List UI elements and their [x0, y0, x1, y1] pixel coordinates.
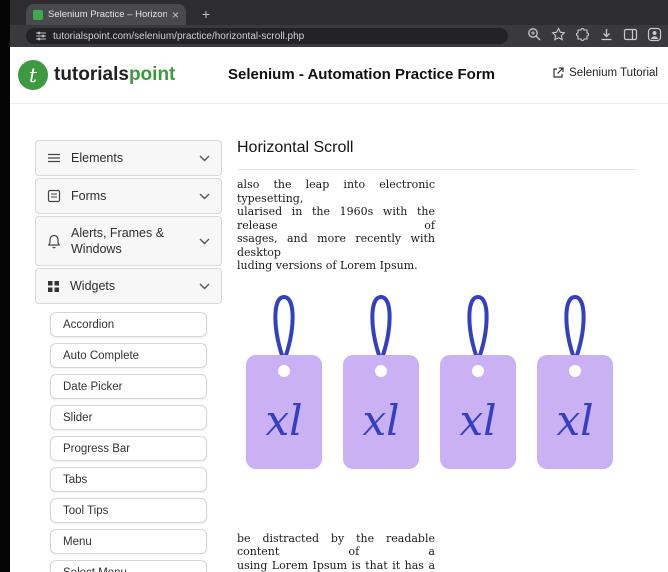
- widget-item-slider[interactable]: Slider: [50, 405, 207, 430]
- tutorialspoint-logo[interactable]: t tutorialspoint: [18, 60, 175, 90]
- widget-item-label: Accordion: [63, 318, 115, 331]
- browser-tab[interactable]: Selenium Practice – Horizont ×: [26, 4, 186, 25]
- screen: Selenium Practice – Horizont × + tutoria…: [0, 0, 668, 572]
- logo-wordmark: tutorialspoint: [54, 64, 176, 85]
- widget-list: Accordion Auto Complete Date Picker Slid…: [35, 312, 222, 572]
- section-label: Elements: [71, 150, 124, 165]
- selenium-tutorial-link[interactable]: Selenium Tutorial: [552, 67, 658, 79]
- sidebar-panel-icon[interactable]: [623, 27, 638, 42]
- sidebar-section-widgets[interactable]: Widgets: [35, 268, 222, 304]
- widget-item-label: Slider: [63, 411, 93, 424]
- scroll-paragraph-bottom[interactable]: be distracted by the readable content of…: [237, 532, 435, 572]
- price-tag-image: xl: [343, 294, 419, 469]
- main-content: Horizontal Scroll also the leap into ele…: [237, 139, 637, 572]
- content-heading: Horizontal Scroll: [237, 139, 354, 156]
- widget-item-label: Select Menu: [63, 567, 127, 572]
- bookmark-star-icon[interactable]: [551, 27, 566, 42]
- page: t tutorialspoint Selenium - Automation P…: [10, 47, 668, 572]
- text-line: using Lorem Ipsum is that it has a more-: [237, 558, 435, 572]
- widget-item-menu[interactable]: Menu: [50, 529, 207, 554]
- tab-title: Selenium Practice – Horizont: [48, 9, 167, 20]
- new-tab-button[interactable]: +: [196, 4, 216, 24]
- chevron-down-icon: [199, 283, 210, 290]
- sidebar-section-alerts-frames-windows[interactable]: Alerts, Frames & Windows: [35, 216, 222, 266]
- widget-item-label: Menu: [63, 535, 92, 548]
- text-line: be distracted by the readable content of…: [237, 531, 435, 559]
- widget-item-date-picker[interactable]: Date Picker: [50, 374, 207, 399]
- widget-item-accordion[interactable]: Accordion: [50, 312, 207, 337]
- chevron-down-icon: [199, 238, 210, 245]
- page-title: Selenium - Automation Practice Form: [228, 66, 495, 83]
- price-tag-image: xl: [440, 294, 516, 469]
- toolbar-actions: [527, 27, 662, 42]
- text-line: luding versions of Lorem Ipsum.: [237, 259, 418, 272]
- grid-icon: [47, 280, 60, 293]
- section-label: Alerts, Frames & Windows: [71, 225, 165, 256]
- text-line: also the leap into electronic typesettin…: [237, 178, 435, 205]
- tag-label: xl: [556, 396, 593, 445]
- price-tag-image: xl: [537, 294, 613, 469]
- section-label: Forms: [71, 188, 107, 203]
- sidebar-section-forms[interactable]: Forms: [35, 178, 222, 214]
- widget-item-label: Progress Bar: [63, 442, 131, 455]
- heading-divider: [237, 169, 637, 170]
- browser-window: Selenium Practice – Horizont × + tutoria…: [10, 0, 668, 572]
- extensions-icon[interactable]: [575, 27, 590, 42]
- address-bar[interactable]: tutorialspoint.com/selenium/practice/hor…: [26, 28, 508, 44]
- zoom-icon[interactable]: [527, 27, 542, 42]
- widget-item-progress-bar[interactable]: Progress Bar: [50, 436, 207, 461]
- logo-icon: t: [18, 60, 48, 90]
- widget-item-tool-tips[interactable]: Tool Tips: [50, 498, 207, 523]
- widget-item-auto-complete[interactable]: Auto Complete: [50, 343, 207, 368]
- download-icon[interactable]: [599, 27, 614, 42]
- profile-avatar-icon[interactable]: [647, 27, 662, 42]
- tag-label: xl: [459, 396, 496, 445]
- sidebar-section-elements[interactable]: Elements: [35, 140, 222, 176]
- text-line: ularised in the 1960s with the release o…: [237, 205, 435, 232]
- tag-label: xl: [265, 396, 302, 445]
- tags-row: xl xl xl xl: [243, 293, 637, 481]
- site-settings-icon[interactable]: [35, 30, 47, 42]
- widget-item-label: Tool Tips: [63, 504, 109, 517]
- scroll-paragraph-top[interactable]: also the leap into electronic typesettin…: [237, 178, 435, 273]
- tab-close-icon[interactable]: ×: [172, 9, 179, 21]
- price-tag-image: xl: [246, 294, 322, 469]
- list-icon: [47, 151, 61, 165]
- tag-label: xl: [362, 396, 399, 445]
- form-icon: [47, 189, 61, 203]
- widget-item-label: Date Picker: [63, 380, 123, 393]
- widget-item-tabs[interactable]: Tabs: [50, 467, 207, 492]
- widget-item-label: Auto Complete: [63, 349, 140, 362]
- bell-icon: [47, 234, 61, 249]
- widget-item-select-menu[interactable]: Select Menu: [50, 560, 207, 572]
- external-link-icon: [553, 67, 564, 78]
- chevron-down-icon: [199, 155, 210, 162]
- text-line: ssages, and more recently with desktop: [237, 232, 435, 259]
- tab-strip: Selenium Practice – Horizont × +: [10, 0, 668, 25]
- url-text: tutorialspoint.com/selenium/practice/hor…: [53, 30, 305, 42]
- section-label: Widgets: [70, 278, 116, 293]
- chevron-down-icon: [199, 193, 210, 200]
- tab-favicon: [33, 9, 43, 20]
- tutorial-link-label: Selenium Tutorial: [569, 67, 658, 79]
- sidebar: Elements Forms Alerts, Frames & Windows …: [35, 140, 222, 572]
- site-header: t tutorialspoint Selenium - Automation P…: [10, 47, 668, 104]
- widget-item-label: Tabs: [63, 473, 88, 486]
